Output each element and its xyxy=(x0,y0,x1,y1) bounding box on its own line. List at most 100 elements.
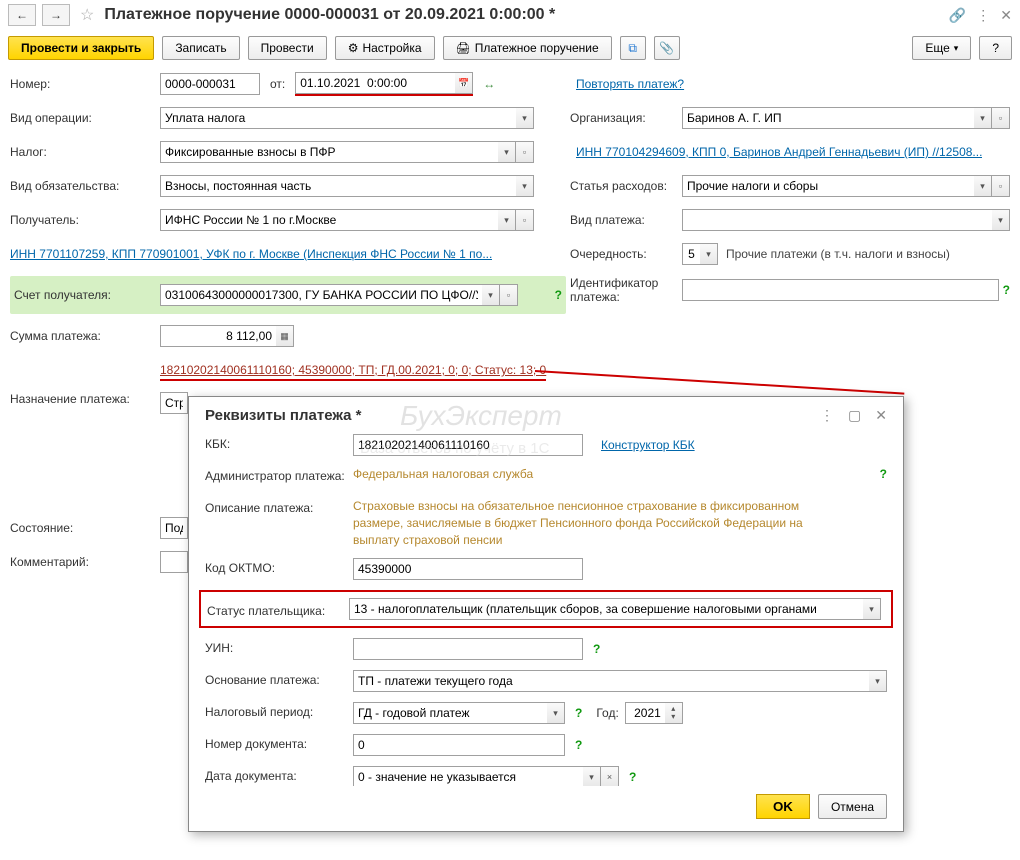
desc-value: Страховые взносы на обязательное пенсион… xyxy=(353,498,843,548)
calendar-icon[interactable]: 📅 xyxy=(455,72,473,94)
help-icon[interactable]: ? xyxy=(575,738,582,752)
dropdown-icon[interactable]: ▾ xyxy=(992,209,1010,231)
open-icon[interactable]: ▫ xyxy=(992,175,1010,197)
docdate-label: Дата документа: xyxy=(205,766,353,783)
open-icon[interactable]: ▫ xyxy=(516,141,534,163)
priority-label: Очередность: xyxy=(570,247,682,261)
spinner-icon[interactable]: ▴▾ xyxy=(665,702,683,724)
help-icon[interactable]: ? xyxy=(880,467,887,481)
op-type-input[interactable] xyxy=(160,107,516,129)
obligation-input[interactable] xyxy=(160,175,516,197)
dropdown-icon[interactable]: ▾ xyxy=(863,598,881,620)
recipient-input[interactable] xyxy=(160,209,498,231)
account-input[interactable] xyxy=(160,284,482,306)
oktmo-input[interactable] xyxy=(353,558,583,580)
basis-input[interactable] xyxy=(353,670,869,692)
dropdown-icon[interactable]: ▾ xyxy=(974,175,992,197)
popup-menu-icon[interactable]: ⋮ xyxy=(820,407,834,424)
related-icon[interactable]: ⧉ xyxy=(620,36,646,60)
org-link[interactable]: ИНН 770104294609, КПП 0, Баринов Андрей … xyxy=(576,145,982,159)
link-icon[interactable]: 🔗 xyxy=(949,7,966,24)
uin-input[interactable] xyxy=(353,638,583,660)
codes-link[interactable]: 18210202140061110160; 45390000; ТП; ГД.0… xyxy=(160,363,546,381)
state-label: Состояние: xyxy=(10,521,160,535)
save-button[interactable]: Записать xyxy=(162,36,239,60)
popup-close-icon[interactable]: ✕ xyxy=(875,407,887,424)
period-input[interactable] xyxy=(353,702,547,724)
clear-icon[interactable]: × xyxy=(601,766,619,786)
basis-label: Основание платежа: xyxy=(205,670,353,687)
dropdown-icon[interactable]: ▾ xyxy=(482,284,500,306)
op-type-label: Вид операции: xyxy=(10,111,160,125)
purpose-label: Назначение платежа: xyxy=(10,392,160,408)
help-icon[interactable]: ? xyxy=(555,288,562,302)
dropdown-icon[interactable]: ▾ xyxy=(700,243,718,265)
close-icon[interactable]: ✕ xyxy=(1000,7,1012,24)
admin-value: Федеральная налоговая служба xyxy=(353,466,533,483)
number-input[interactable] xyxy=(160,73,260,95)
docnum-input[interactable] xyxy=(353,734,565,756)
tax-input[interactable] xyxy=(160,141,498,163)
help-icon[interactable]: ? xyxy=(1003,283,1010,297)
recipient-label: Получатель: xyxy=(10,213,160,227)
post-close-button[interactable]: Провести и закрыть xyxy=(8,36,154,60)
help-button[interactable]: ? xyxy=(979,36,1012,60)
recipient-link[interactable]: ИНН 7701107259, КПП 770901001, УФК по г.… xyxy=(10,247,492,261)
repeat-link[interactable]: Повторять платеж? xyxy=(576,77,684,91)
help-icon[interactable]: ? xyxy=(575,706,582,720)
cancel-button[interactable]: Отмена xyxy=(818,794,887,819)
kbk-input[interactable] xyxy=(353,434,583,456)
docdate-input[interactable] xyxy=(353,766,583,786)
from-label: от: xyxy=(270,77,285,91)
print-button[interactable]: 🖨Платежное поручение xyxy=(443,36,612,60)
forward-button[interactable]: → xyxy=(42,4,70,26)
open-icon[interactable]: ▫ xyxy=(992,107,1010,129)
transfer-icon[interactable]: ↔ xyxy=(483,77,495,91)
ok-button[interactable]: OK xyxy=(756,794,810,819)
menu-icon[interactable]: ⋮ xyxy=(976,7,990,24)
help-icon[interactable]: ? xyxy=(629,770,636,784)
attach-icon[interactable]: 📎 xyxy=(654,36,680,60)
expense-input[interactable] xyxy=(682,175,974,197)
kbk-label: КБК: xyxy=(205,434,353,451)
purpose-prefix[interactable] xyxy=(160,392,188,414)
dropdown-icon[interactable]: ▾ xyxy=(498,209,516,231)
org-input[interactable] xyxy=(682,107,974,129)
open-icon[interactable]: ▫ xyxy=(500,284,518,306)
settings-button[interactable]: ⚙Настройка xyxy=(335,36,435,60)
org-label: Организация: xyxy=(570,111,682,125)
open-icon[interactable]: ▫ xyxy=(516,209,534,231)
status-input[interactable] xyxy=(349,598,863,620)
state-input[interactable] xyxy=(160,517,188,539)
expense-label: Статья расходов: xyxy=(570,179,682,193)
more-button[interactable]: Еще ▾ xyxy=(912,36,971,60)
amount-input[interactable] xyxy=(160,325,276,347)
calc-icon[interactable]: ▦ xyxy=(276,325,294,347)
kbk-constructor-link[interactable]: Конструктор КБК xyxy=(601,438,695,452)
comment-input[interactable] xyxy=(160,551,188,573)
popup-title: Реквизиты платежа * xyxy=(205,407,820,424)
dropdown-icon[interactable]: ▾ xyxy=(974,107,992,129)
year-input[interactable] xyxy=(625,702,665,724)
help-icon[interactable]: ? xyxy=(593,642,600,656)
back-button[interactable]: ← xyxy=(8,4,36,26)
payment-details-popup: Реквизиты платежа * ⋮ ▢ ✕ КБК: Конструкт… xyxy=(188,396,904,832)
dropdown-icon[interactable]: ▾ xyxy=(516,107,534,129)
dropdown-icon[interactable]: ▾ xyxy=(498,141,516,163)
date-input[interactable] xyxy=(295,72,455,94)
dropdown-icon[interactable]: ▾ xyxy=(547,702,565,724)
post-button[interactable]: Провести xyxy=(248,36,327,60)
comment-label: Комментарий: xyxy=(10,555,160,569)
pay-type-input[interactable] xyxy=(682,209,992,231)
favorite-icon[interactable]: ☆ xyxy=(80,5,94,25)
dropdown-icon[interactable]: ▾ xyxy=(869,670,887,692)
year-label: Год: xyxy=(596,706,618,720)
dropdown-icon[interactable]: ▾ xyxy=(583,766,601,786)
admin-label: Администратор платежа: xyxy=(205,466,353,483)
dropdown-icon[interactable]: ▾ xyxy=(516,175,534,197)
tax-label: Налог: xyxy=(10,145,160,159)
priority-input[interactable] xyxy=(682,243,700,265)
identifier-label: Идентификатор платежа: xyxy=(570,276,682,305)
identifier-input[interactable] xyxy=(682,279,999,301)
popup-max-icon[interactable]: ▢ xyxy=(848,407,861,424)
